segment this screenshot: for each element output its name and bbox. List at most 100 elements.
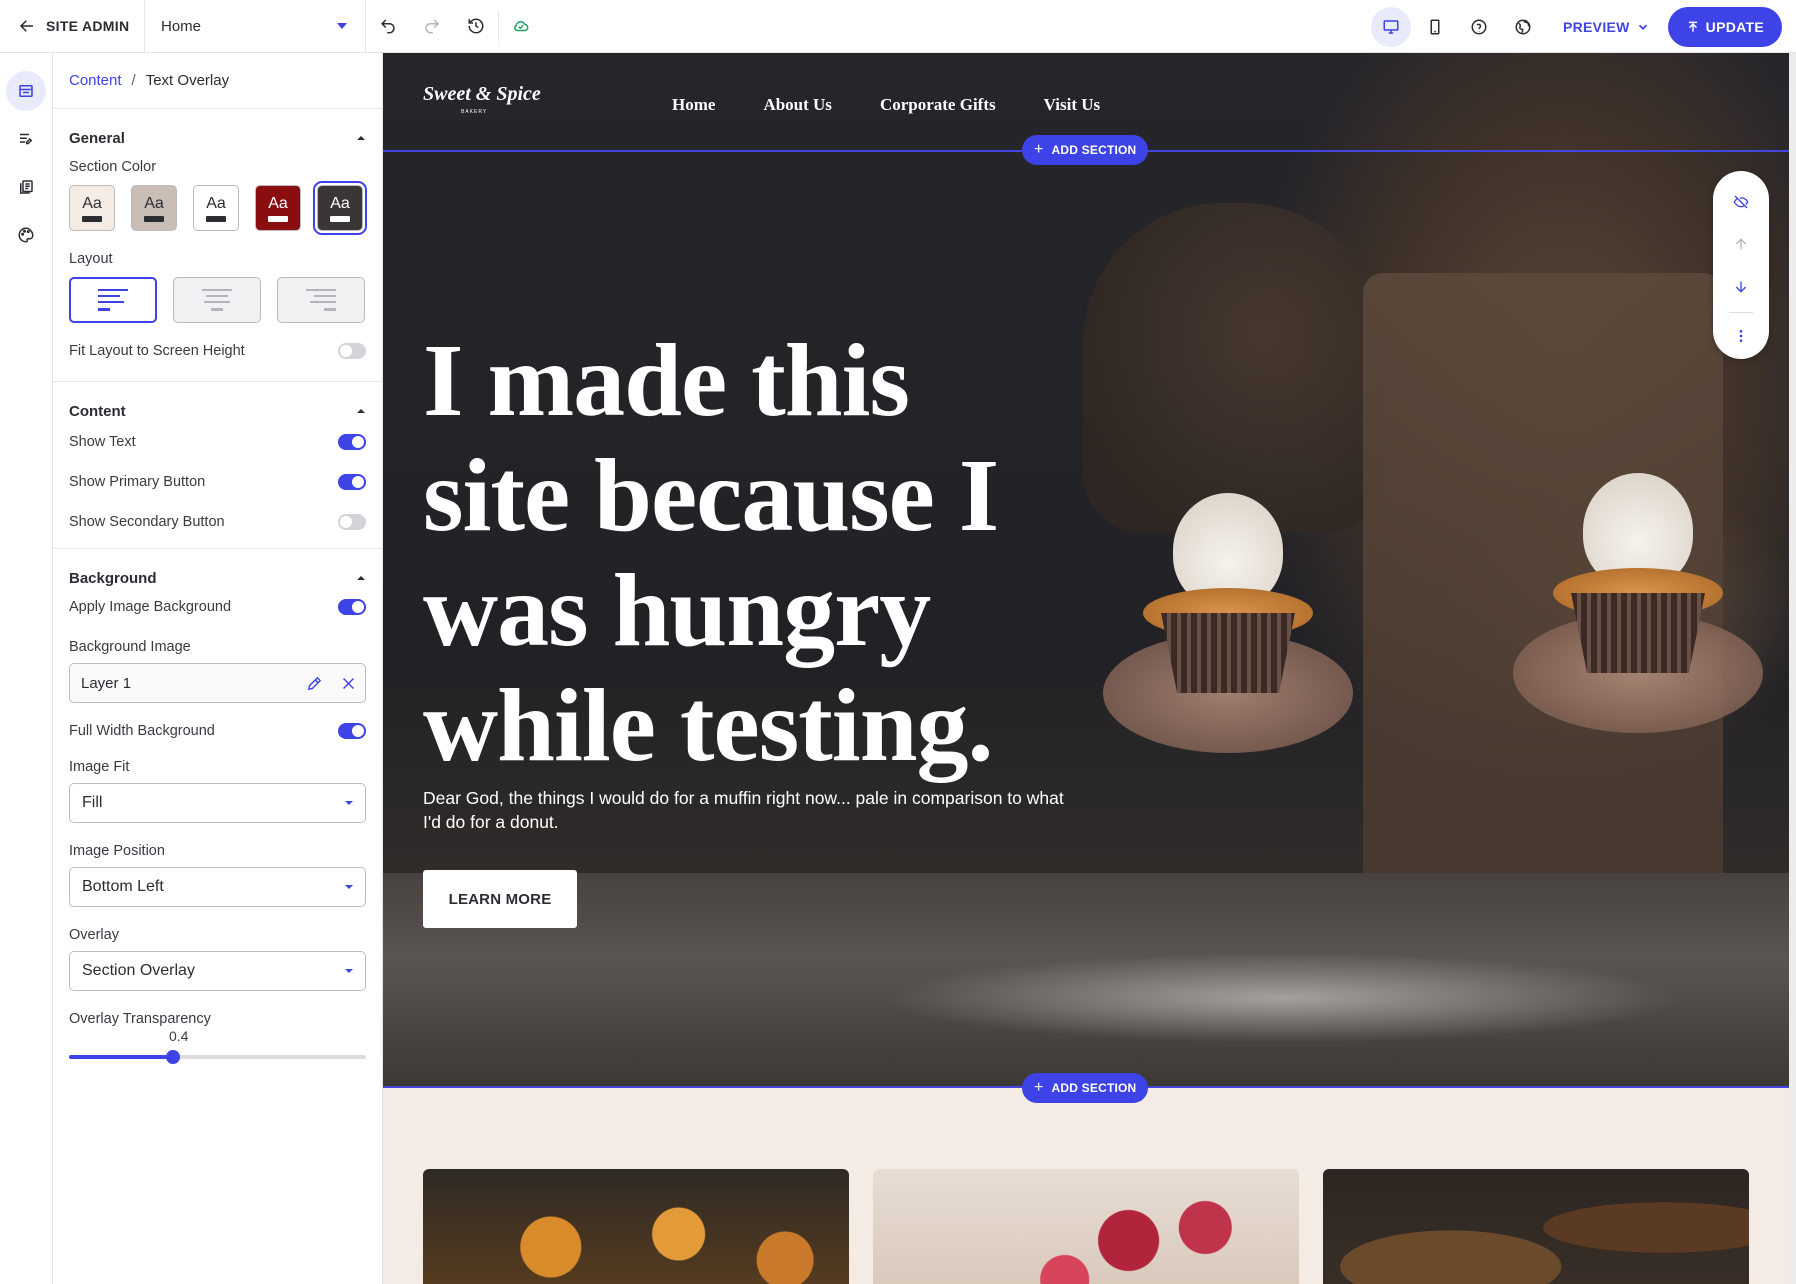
canvas-scrollbar[interactable] — [1789, 53, 1796, 1284]
show-primary-row: Show Primary Button — [69, 474, 366, 490]
swatch-button-sample — [82, 215, 102, 222]
rail-pages-button[interactable] — [6, 167, 46, 207]
background-image-value: Layer 1 — [81, 674, 132, 692]
layout-left-option[interactable] — [69, 277, 157, 323]
cloud-save-status-button[interactable] — [499, 0, 543, 53]
show-text-toggle[interactable] — [338, 434, 366, 450]
layout-options — [69, 277, 366, 323]
show-primary-label: Show Primary Button — [69, 474, 206, 490]
undo-button[interactable] — [366, 0, 410, 53]
page-select[interactable]: Home — [145, 0, 366, 52]
arrow-up-icon — [1735, 238, 1747, 250]
cloud-check-icon — [514, 20, 529, 32]
fit-layout-toggle[interactable] — [338, 343, 366, 359]
image-position-select[interactable]: Bottom Left — [69, 867, 366, 907]
top-toolbar: SITE ADMIN Home PREVIEW UPDATE — [0, 0, 1796, 53]
caret-down-icon — [345, 801, 353, 805]
image-fit-select[interactable]: Fill — [69, 783, 366, 823]
add-section-button-bottom[interactable]: + ADD SECTION — [1022, 1073, 1149, 1103]
page-select-value: Home — [161, 17, 202, 35]
redo-button[interactable] — [410, 0, 454, 53]
breadcrumb-content-link[interactable]: Content — [69, 72, 122, 89]
toggle-knob — [352, 436, 364, 448]
swatch-sample-text: Aa — [330, 194, 350, 212]
swatch-button-sample — [268, 215, 288, 222]
caret-down-icon — [345, 969, 353, 973]
add-section-button-top[interactable]: + ADD SECTION — [1022, 135, 1149, 165]
caret-down-icon — [337, 23, 347, 29]
section-color-swatch[interactable]: Aa — [193, 185, 239, 231]
hero-headline[interactable]: I made this site because I was hungry wh… — [423, 323, 1063, 783]
card-image-bread[interactable] — [1323, 1169, 1749, 1284]
globe-icon — [1515, 19, 1531, 34]
cupcake-wrapper-shape — [1571, 593, 1705, 673]
fit-layout-label: Fit Layout to Screen Height — [69, 343, 245, 359]
hero-headline-line: site because I — [423, 438, 999, 553]
undo-icon — [380, 19, 395, 34]
hide-section-button[interactable] — [1721, 183, 1761, 221]
layout-center-option[interactable] — [173, 277, 261, 323]
nav-link-about[interactable]: About Us — [763, 95, 832, 115]
content-section: Content Show Text Show Primary Button Sh… — [53, 382, 382, 549]
swatch-sample-text: Aa — [268, 194, 288, 212]
breadcrumb-separator: / — [131, 72, 136, 89]
arrow-left-icon — [19, 20, 33, 32]
remove-image-button[interactable] — [331, 664, 365, 702]
edit-image-button[interactable] — [297, 664, 331, 702]
help-icon — [1471, 19, 1487, 34]
update-button[interactable]: UPDATE — [1667, 6, 1782, 47]
overlay-transparency-label: Overlay Transparency — [69, 1011, 211, 1027]
rail-navigation-button[interactable] — [6, 119, 46, 159]
card-image-berries-cake[interactable] — [873, 1169, 1299, 1284]
swatch-button-sample — [330, 215, 350, 222]
add-section-label: ADD SECTION — [1051, 143, 1137, 157]
show-text-row: Show Text — [69, 434, 366, 450]
apply-image-toggle[interactable] — [338, 599, 366, 615]
show-primary-toggle[interactable] — [338, 474, 366, 490]
hero-subtext[interactable]: Dear God, the things I would do for a mu… — [423, 786, 1083, 834]
background-image-field[interactable]: Layer 1 — [69, 663, 366, 703]
move-section-down-button[interactable] — [1721, 268, 1761, 306]
site-logo[interactable]: Sweet & Spice — [423, 83, 541, 106]
caret-up-icon — [357, 136, 365, 140]
background-section: Background Apply Image Background Backgr… — [53, 549, 382, 1064]
site-admin-back-button[interactable]: SITE ADMIN — [0, 0, 145, 52]
desktop-icon — [1383, 19, 1399, 34]
section-settings-panel: Content / Text Overlay General Section C… — [53, 53, 383, 1284]
nav-link-visit[interactable]: Visit Us — [1044, 95, 1101, 115]
section-color-swatch[interactable]: Aa — [69, 185, 115, 231]
nav-link-home[interactable]: Home — [672, 95, 715, 115]
history-button[interactable] — [454, 0, 498, 53]
site-settings-button[interactable] — [1503, 7, 1543, 47]
overlay-select[interactable]: Section Overlay — [69, 951, 366, 991]
arrow-down-icon — [1735, 281, 1747, 293]
nav-link-corporate-gifts[interactable]: Corporate Gifts — [880, 95, 996, 115]
more-options-button[interactable] — [1721, 317, 1761, 355]
help-button[interactable] — [1459, 7, 1499, 47]
overlay-transparency-slider[interactable] — [69, 1050, 366, 1064]
learn-more-button[interactable]: LEARN MORE — [423, 870, 577, 928]
layout-right-option[interactable] — [277, 277, 365, 323]
section-color-swatch[interactable]: Aa — [131, 185, 177, 231]
breadcrumb-current: Text Overlay — [145, 72, 230, 89]
move-section-up-button[interactable] — [1721, 225, 1761, 263]
card-image-pastries[interactable] — [423, 1169, 849, 1284]
desktop-view-button[interactable] — [1371, 6, 1411, 47]
content-section-header[interactable]: Content — [69, 382, 366, 440]
toggle-knob — [340, 345, 352, 357]
close-icon — [342, 677, 354, 689]
pages-icon — [20, 180, 33, 194]
section-color-swatch[interactable]: Aa — [255, 185, 301, 231]
rail-theme-button[interactable] — [6, 215, 46, 255]
slider-thumb[interactable] — [165, 1050, 180, 1064]
full-width-toggle[interactable] — [338, 723, 366, 739]
image-position-label: Image Position — [69, 843, 165, 859]
preview-button[interactable]: PREVIEW — [1563, 19, 1650, 35]
hero-section[interactable]: Sweet & Spice BAKERY Home About Us Corpo… — [383, 53, 1789, 1088]
section-color-swatch[interactable]: Aa — [313, 181, 367, 235]
left-icon-rail — [0, 53, 53, 1284]
general-section: General Section Color Aa Aa Aa Aa Aa Layout … — [53, 109, 382, 382]
rail-sections-button[interactable] — [6, 71, 46, 111]
mobile-view-button[interactable] — [1415, 7, 1455, 47]
show-secondary-toggle[interactable] — [338, 514, 366, 530]
